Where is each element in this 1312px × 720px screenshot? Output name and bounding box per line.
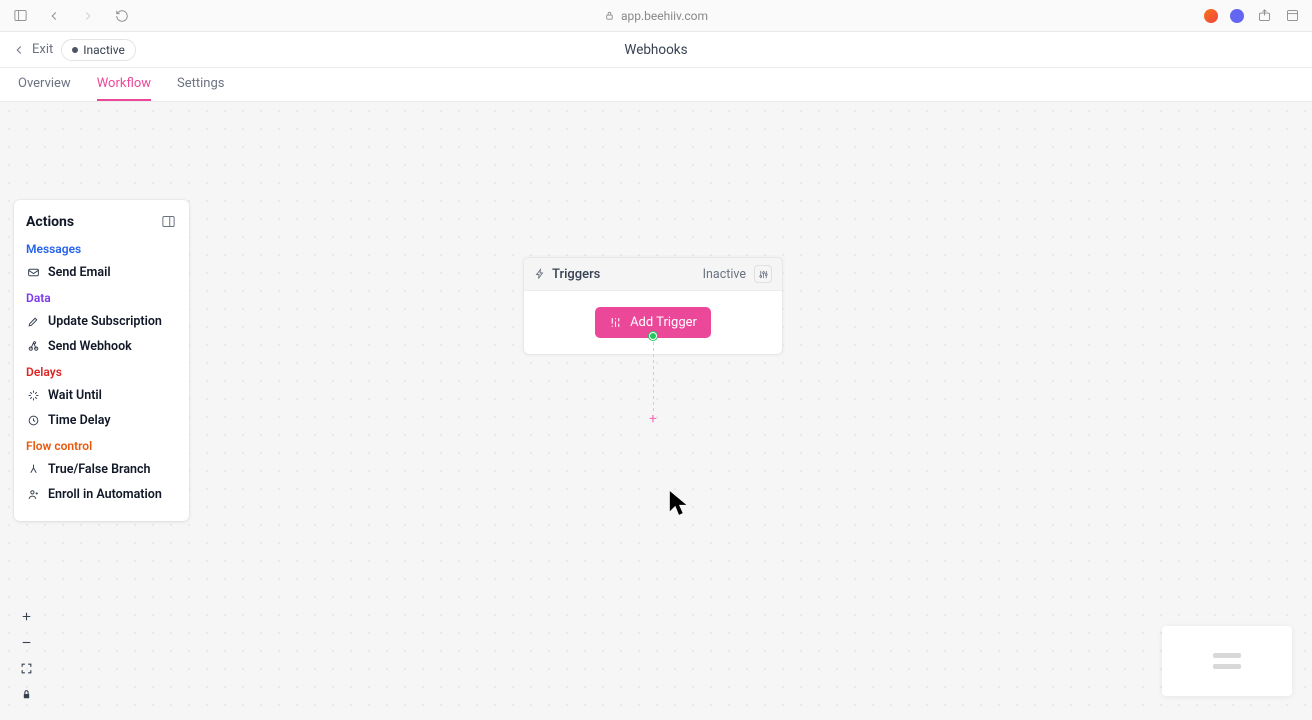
extension-1-icon[interactable] [1204,9,1218,23]
nav-back-icon[interactable] [46,8,62,24]
minimap-node-icon [1213,664,1241,669]
bolt-icon [534,268,546,280]
mail-icon [26,266,40,280]
trigger-title: Triggers [552,267,600,282]
minimap[interactable] [1162,626,1292,696]
branch-icon [26,463,40,477]
fit-view-button[interactable] [18,660,34,676]
reload-icon[interactable] [114,8,130,24]
cursor-icon [668,489,690,517]
tab-workflow[interactable]: Workflow [97,68,151,101]
action-wait-until[interactable]: Wait Until [26,383,177,408]
action-update-subscription[interactable]: Update Subscription [26,309,177,334]
section-messages: Messages [26,242,177,256]
action-send-email[interactable]: Send Email [26,260,177,285]
tab-settings[interactable]: Settings [177,68,224,101]
browser-chrome: app.beehiiv.com [0,0,1312,32]
sparkle-icon [26,389,40,403]
lock-view-button[interactable] [18,686,34,702]
actions-title: Actions [26,214,74,230]
lock-icon [604,10,615,21]
extension-2-icon[interactable] [1230,9,1244,23]
workflow-canvas[interactable]: Actions Messages Send Email Data Update … [0,102,1312,720]
page-title: Webhooks [624,42,687,58]
action-time-delay[interactable]: Time Delay [26,408,177,433]
share-icon[interactable] [1256,8,1272,24]
trigger-settings-button[interactable] [754,265,772,283]
url-bar[interactable]: app.beehiiv.com [604,9,708,23]
collapse-panel-button[interactable] [161,214,177,230]
app-header: Exit Inactive Webhooks [0,32,1312,68]
tabs-icon[interactable] [1284,8,1300,24]
action-send-webhook[interactable]: Send Webhook [26,334,177,359]
zoom-controls [18,608,34,702]
status-pill[interactable]: Inactive [61,39,136,61]
zoom-in-button[interactable] [18,608,34,624]
connector-dot[interactable] [649,332,657,340]
minimap-node-icon [1213,653,1241,658]
sliders-icon [758,269,769,280]
trigger-status: Inactive [703,267,746,282]
exit-button[interactable]: Exit [12,42,53,57]
actions-panel: Actions Messages Send Email Data Update … [14,200,189,521]
status-dot-icon [72,47,78,53]
action-enroll-automation[interactable]: Enroll in Automation [26,482,177,507]
status-text: Inactive [83,43,125,57]
add-step-button[interactable]: + [646,412,660,426]
action-branch[interactable]: True/False Branch [26,457,177,482]
trigger-card-header: Triggers Inactive [524,258,782,291]
section-flow: Flow control [26,439,177,453]
section-data: Data [26,291,177,305]
sliders-small-icon [609,316,622,329]
tabs: Overview Workflow Settings [0,68,1312,102]
tab-overview[interactable]: Overview [18,68,71,101]
trigger-card[interactable]: Triggers Inactive Add Trigger [523,257,783,355]
webhook-icon [26,340,40,354]
clock-icon [26,414,40,428]
section-delays: Delays [26,365,177,379]
user-plus-icon [26,488,40,502]
pencil-icon [26,315,40,329]
zoom-out-button[interactable] [18,634,34,650]
sidebar-toggle-icon[interactable] [12,8,28,24]
connector-line [653,342,654,414]
arrow-left-icon [12,43,26,57]
url-text: app.beehiiv.com [621,9,708,23]
exit-label: Exit [32,42,53,57]
nav-forward-icon [80,8,96,24]
